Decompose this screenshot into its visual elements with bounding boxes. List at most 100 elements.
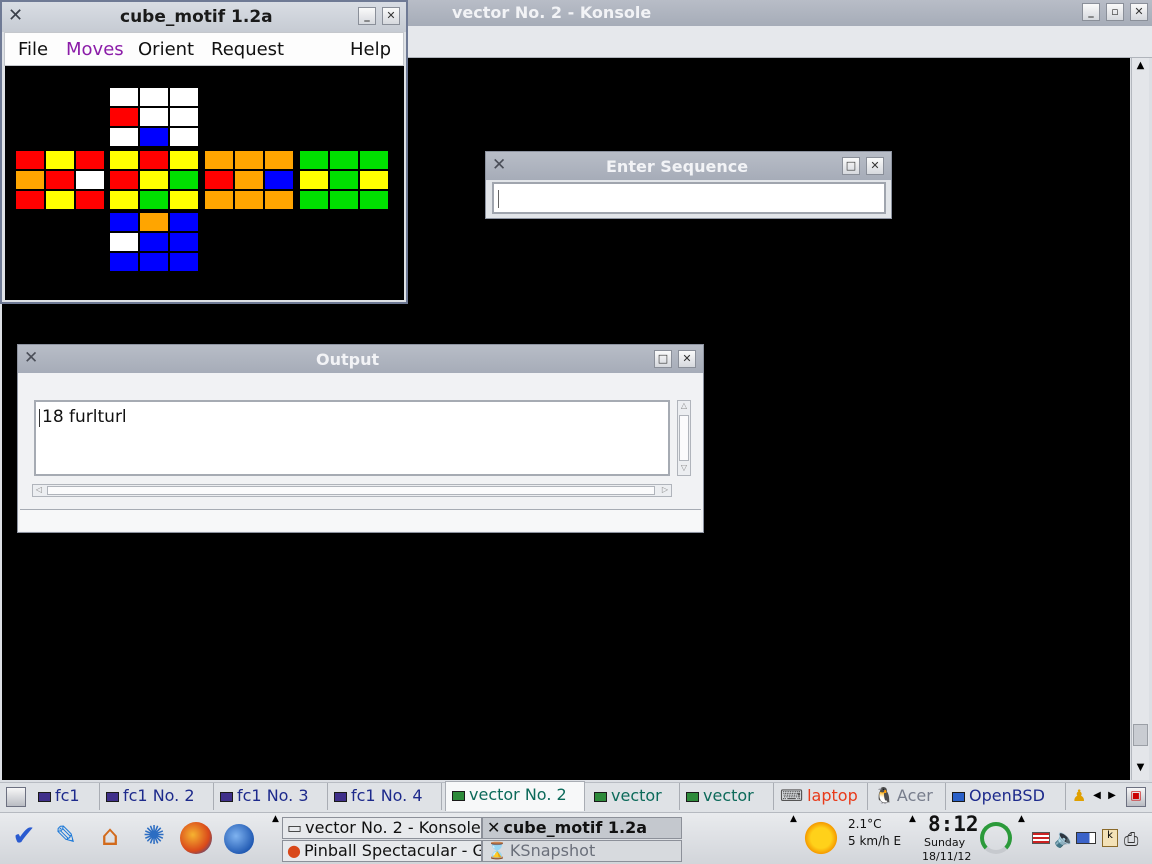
close-button[interactable]: ✕ <box>678 350 696 368</box>
home-folder-icon[interactable]: ⌂ <box>92 818 128 854</box>
cube-sticker-left <box>46 151 74 169</box>
cube-sticker-top <box>140 88 168 106</box>
konsole-icon <box>334 791 347 802</box>
cube-sticker-right <box>235 171 263 189</box>
cube-sticker-right <box>265 191 293 209</box>
web-browser-icon[interactable] <box>224 824 254 854</box>
menu-request[interactable]: Request <box>211 39 284 60</box>
maximize-button[interactable]: □ <box>654 350 672 368</box>
sequence-input[interactable] <box>492 182 886 214</box>
hide-panel-icon[interactable]: ▣ <box>1126 787 1146 807</box>
menu-orient[interactable]: Orient <box>138 39 194 60</box>
x-app-icon: ✕ <box>492 155 507 175</box>
window-pinball[interactable]: ●Pinball Spectacular - Game <box>282 840 482 862</box>
output-status-line <box>20 509 701 531</box>
wifi-icon[interactable] <box>980 822 1012 854</box>
output-title: Output <box>316 350 380 369</box>
cube-menubar <box>4 32 404 66</box>
keyboard-layout-us-icon[interactable] <box>1032 832 1050 844</box>
task-fc1-no3[interactable]: fc1 No. 3 <box>214 783 328 810</box>
tabs-scroll-left[interactable]: ◀ <box>1090 785 1104 807</box>
cube-sticker-front <box>170 191 198 209</box>
systray-up-arrow[interactable]: ▲ <box>790 814 797 824</box>
window-cube-motif[interactable]: ✕ cube_motif 1.2a <box>482 817 682 839</box>
cube-sticker-back <box>330 191 358 209</box>
cube-sticker-back <box>300 171 328 189</box>
x-app-icon: ✕ <box>487 818 501 837</box>
task-vector-2[interactable]: vector <box>680 783 774 810</box>
terminal-scrollbar[interactable]: ▲ ▼ <box>1131 58 1149 780</box>
klipper-icon[interactable]: k <box>1102 829 1118 847</box>
menu-moves[interactable]: Moves <box>66 39 124 60</box>
output-titlebar[interactable]: ✕ Output □ ✕ <box>18 345 703 373</box>
task-vector[interactable]: vector <box>588 783 680 810</box>
output-textarea[interactable]: 18 furlturl <box>34 400 670 476</box>
task-openbsd[interactable]: OpenBSD <box>946 783 1066 810</box>
task-fc1-no4[interactable]: fc1 No. 4 <box>328 783 442 810</box>
scroll-down-arrow[interactable]: ▽ <box>678 463 690 475</box>
systray-up-arrow-2[interactable]: ▲ <box>1018 814 1025 824</box>
cube-sticker-bottom <box>170 213 198 231</box>
cube-sticker-left <box>16 191 44 209</box>
battery-icon[interactable] <box>1076 832 1096 844</box>
printer-icon[interactable]: ⎙ <box>1124 829 1138 850</box>
terminal-icon <box>452 790 465 801</box>
output-vscrollbar[interactable]: △ ▽ <box>677 400 691 476</box>
maximize-button[interactable]: □ <box>842 157 860 175</box>
firefox-icon[interactable] <box>180 822 212 854</box>
cube-sticker-top <box>110 88 138 106</box>
network-globe-icon[interactable]: ✺ <box>136 818 172 854</box>
scroll-up-arrow[interactable]: △ <box>678 401 690 413</box>
cube-sticker-top <box>140 128 168 146</box>
menu-help[interactable]: Help <box>350 39 391 60</box>
show-desktop-icon[interactable] <box>6 787 26 807</box>
scroll-left-arrow[interactable]: ◁ <box>33 485 45 496</box>
cube-sticker-left <box>16 151 44 169</box>
windows-up-arrow[interactable]: ▲ <box>272 814 279 824</box>
x-app-icon: ✕ <box>24 348 39 368</box>
cube-sticker-back <box>330 151 358 169</box>
monitor-icon <box>952 791 965 802</box>
clock-up-arrow[interactable]: ▲ <box>909 814 916 824</box>
cube-sticker-right <box>205 171 233 189</box>
cube-sticker-right <box>235 151 263 169</box>
task-vector-no2[interactable]: vector No. 2 <box>445 781 585 811</box>
task-more[interactable]: ♟ <box>1066 783 1090 810</box>
enter-sequence-titlebar[interactable]: ✕ Enter Sequence □ ✕ <box>486 152 891 180</box>
konsole-title: vector No. 2 - Konsole <box>452 3 652 22</box>
cube-sticker-bottom <box>170 233 198 251</box>
window-ksnapshot[interactable]: ⌛ KSnapshot <box>482 840 682 862</box>
konsole-icon <box>220 791 233 802</box>
output-hscrollbar[interactable]: ◁ ▷ <box>32 484 672 497</box>
cube-sticker-front <box>110 171 138 189</box>
task-laptop[interactable]: ⌨ laptop <box>774 783 868 810</box>
kde-menu-icon[interactable]: ✔ <box>6 818 42 854</box>
volume-icon[interactable]: 🔈 <box>1054 828 1076 849</box>
scroll-up-arrow[interactable]: ▲ <box>1133 60 1148 75</box>
firefox-icon: ● <box>287 841 301 860</box>
menu-file[interactable]: File <box>18 39 48 60</box>
cube-titlebar[interactable]: ✕ cube_motif 1.2a _ ✕ <box>2 2 406 32</box>
cube-sticker-left <box>16 171 44 189</box>
close-button[interactable]: ✕ <box>866 157 884 175</box>
minimize-button[interactable]: _ <box>1082 3 1100 21</box>
desktop-icon[interactable]: ✎ <box>48 818 84 854</box>
tabs-scroll-right[interactable]: ▶ <box>1105 785 1119 807</box>
window-vector-konsole[interactable]: ▭ vector No. 2 - Konsole <box>282 817 482 839</box>
task-fc1-no2[interactable]: fc1 No. 2 <box>100 783 214 810</box>
text-cursor <box>498 190 499 208</box>
restore-button[interactable]: ▫ <box>1106 3 1124 21</box>
scroll-right-arrow[interactable]: ▷ <box>659 485 671 496</box>
close-button[interactable]: ✕ <box>382 7 400 25</box>
scroll-thumb[interactable] <box>47 486 655 495</box>
tux-icon: 🐧 <box>874 786 894 805</box>
scroll-thumb[interactable] <box>679 415 689 461</box>
minimize-button[interactable]: _ <box>358 7 376 25</box>
cube-sticker-right <box>265 171 293 189</box>
task-fc1[interactable]: fc1 <box>32 783 100 810</box>
close-button[interactable]: ✕ <box>1130 3 1148 21</box>
task-acer[interactable]: 🐧 Acer <box>868 783 946 810</box>
scroll-thumb[interactable] <box>1133 724 1148 746</box>
scroll-down-arrow[interactable]: ▼ <box>1133 762 1148 777</box>
clock-time[interactable]: 8:12 <box>928 812 979 836</box>
